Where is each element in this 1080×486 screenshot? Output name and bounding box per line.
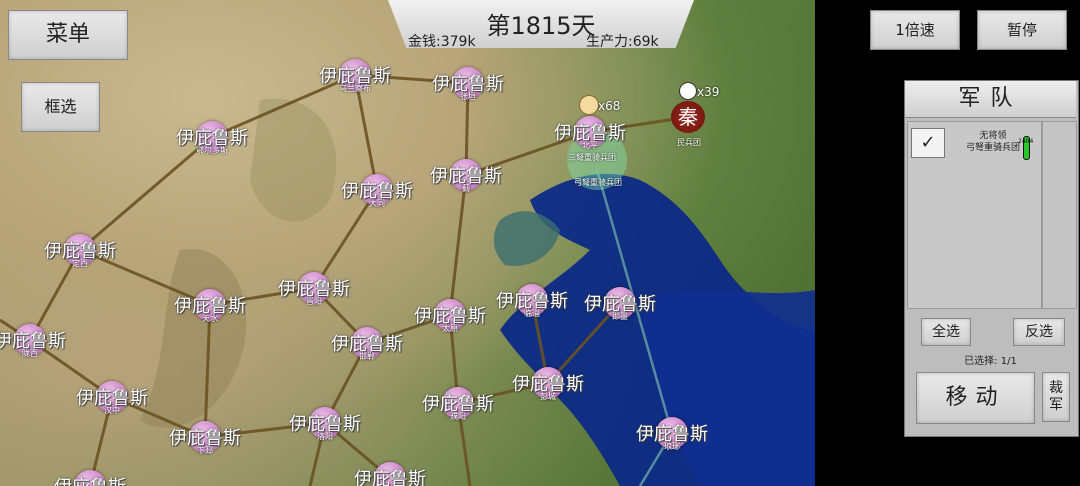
unit-strength-value: 2404	[1018, 138, 1034, 145]
status-banner: 第1815天 金钱:379k 生产力:69k	[388, 0, 694, 50]
enemy-army-small-icon	[679, 82, 697, 100]
box-select-button[interactable]: 框选	[21, 82, 100, 132]
pause-button[interactable]: 暂停	[977, 10, 1067, 50]
world-map[interactable]: 伊庇鲁斯 乌兰察布 伊庇鲁斯 张垣 伊庇鲁斯 鄂尔多斯 伊庇鲁斯 大同 伊庇鲁斯蓟 伊庇…	[0, 0, 815, 486]
disband-label: 裁军	[1049, 380, 1063, 413]
gold-display: 金钱:379k	[408, 34, 476, 50]
player-army-count: x68	[598, 99, 621, 113]
menu-button[interactable]: 菜单	[8, 10, 128, 60]
player-army-marker[interactable]	[579, 95, 599, 115]
disband-button[interactable]: 裁军	[1042, 372, 1070, 422]
selected-count: 已选择: 1/1	[964, 356, 1017, 367]
enemy-army-marker[interactable]: 秦	[671, 101, 705, 133]
enemy-faction-label: 秦	[678, 105, 698, 129]
army-panel: 军队 ✓ 无将领 弓弩重骑兵团 2404 全选 反选 已选择: 1/1 移动 裁…	[904, 80, 1079, 437]
army-list[interactable]: ✓ 无将领 弓弩重骑兵团 2404	[907, 121, 1042, 309]
speed-button[interactable]: 1倍速	[870, 10, 960, 50]
player-army-unit: 三弩重骑兵团	[568, 153, 616, 162]
army-panel-title: 军队	[905, 81, 1076, 118]
move-button[interactable]: 移动	[916, 372, 1035, 424]
invert-select-button[interactable]: 反选	[1013, 318, 1065, 346]
enemy-army-count: x39	[697, 85, 720, 99]
enemy-army-unit: 民兵团	[677, 138, 701, 147]
player-army-unit: 弓弩重骑兵团	[574, 178, 622, 187]
unit-checkbox[interactable]: ✓	[911, 128, 945, 158]
select-all-button[interactable]: 全选	[921, 318, 971, 346]
production-display: 生产力:69k	[586, 34, 659, 50]
army-list-scrollbar[interactable]	[1042, 121, 1077, 309]
